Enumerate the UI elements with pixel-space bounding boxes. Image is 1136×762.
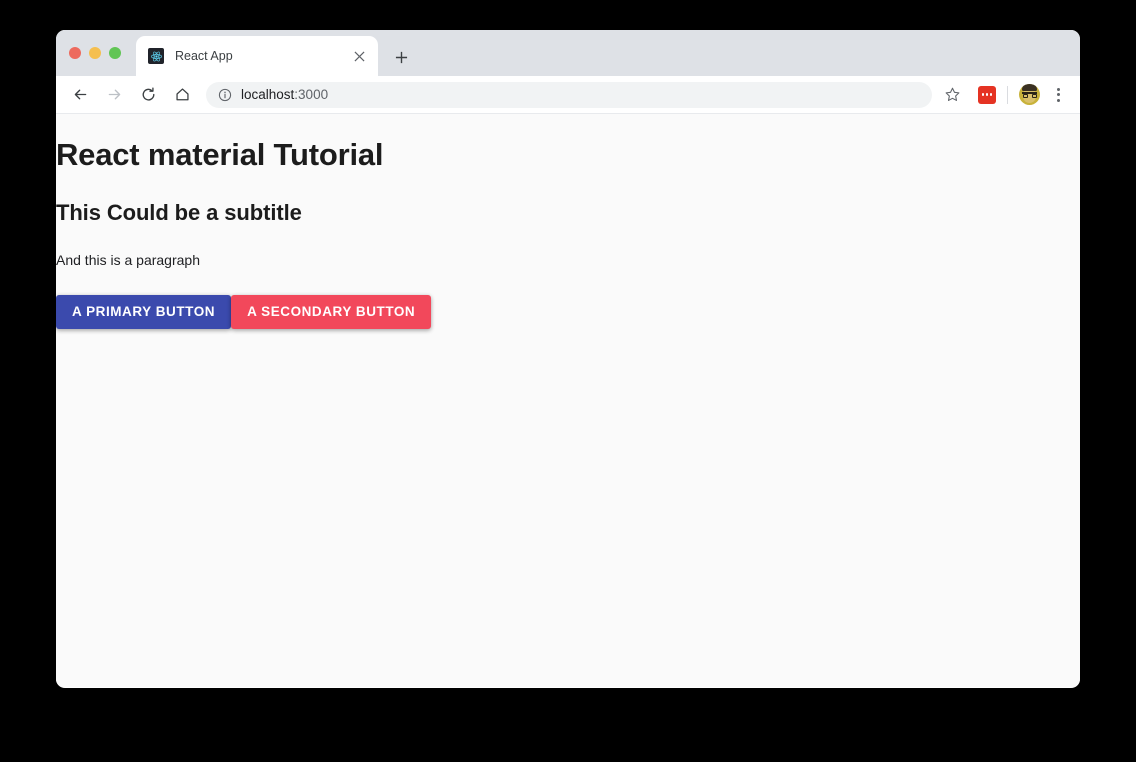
zoom-window-button[interactable] (109, 47, 121, 59)
url-port: :3000 (294, 87, 329, 102)
browser-tab[interactable]: React App (136, 36, 378, 76)
toolbar-divider (1007, 85, 1008, 104)
url-host: localhost (241, 87, 295, 102)
tab-title: React App (175, 49, 233, 63)
url-text: localhost:3000 (241, 87, 328, 102)
close-window-button[interactable] (69, 47, 81, 59)
address-bar[interactable]: localhost:3000 (206, 81, 932, 108)
page-paragraph: And this is a paragraph (56, 252, 200, 268)
page-viewport: React material Tutorial This Could be a … (56, 114, 1080, 687)
page-content: React material Tutorial This Could be a … (56, 114, 1080, 329)
secondary-button[interactable]: A SECONDARY BUTTON (231, 295, 432, 329)
browser-window: React App localhost:3000 React material … (56, 30, 1080, 688)
info-circle-icon[interactable] (218, 88, 232, 102)
tab-strip: React App (56, 30, 1080, 76)
close-tab-button[interactable] (348, 45, 370, 67)
toolbar-right-actions (936, 81, 1070, 109)
forward-arrow-icon[interactable] (100, 81, 128, 109)
primary-button[interactable]: A PRIMARY BUTTON (56, 295, 232, 329)
home-icon[interactable] (168, 81, 196, 109)
three-dot-menu-icon[interactable] (1046, 83, 1070, 107)
page-title: React material Tutorial (56, 137, 384, 172)
reload-icon[interactable] (134, 81, 162, 109)
page-subtitle: This Could be a subtitle (56, 200, 302, 225)
star-icon[interactable] (938, 81, 966, 109)
new-tab-button[interactable] (388, 44, 414, 70)
button-row: A PRIMARY BUTTON A SECONDARY BUTTON (56, 295, 1056, 329)
extension-red-icon[interactable] (978, 85, 996, 104)
back-arrow-icon[interactable] (66, 81, 94, 109)
react-logo-icon (148, 48, 164, 64)
window-controls (69, 47, 121, 59)
profile-avatar[interactable] (1019, 84, 1040, 105)
minimize-window-button[interactable] (89, 47, 101, 59)
browser-toolbar: localhost:3000 (56, 76, 1080, 114)
